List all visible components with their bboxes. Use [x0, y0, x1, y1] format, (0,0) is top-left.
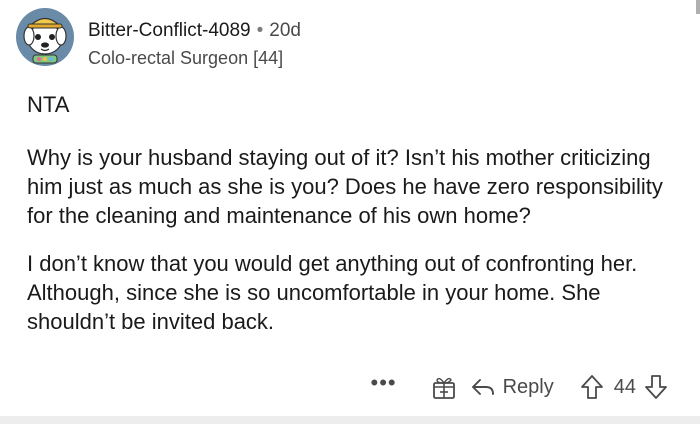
comment-paragraph: I don’t know that you would get anything…: [27, 251, 638, 334]
vote-controls: 44: [580, 374, 668, 400]
comment-actions: ••• Reply 44: [371, 372, 669, 402]
more-options-button[interactable]: •••: [371, 372, 397, 394]
comment-age: 20d: [269, 20, 301, 41]
comment-paragraph: NTA: [27, 92, 70, 117]
reply-label: Reply: [502, 375, 554, 398]
comment-paragraph: Why is your husband staying out of it? I…: [27, 145, 663, 228]
reply-button[interactable]: Reply: [471, 376, 554, 399]
gift-box-icon[interactable]: [431, 374, 457, 400]
comment-body: NTA Why is your husband staying out of i…: [27, 90, 677, 355]
upvote-arrow-icon[interactable]: [580, 374, 604, 400]
header-separator: •: [256, 20, 264, 41]
scrollbar[interactable]: [696, 0, 700, 14]
user-flair: Colo-rectal Surgeon [44]: [88, 48, 284, 68]
comment-header: Bitter-Conflict-4089 • 20d: [88, 20, 301, 42]
reply-arrow-icon: [471, 379, 494, 395]
vote-count: 44: [613, 375, 636, 398]
comment: Bitter-Conflict-4089 • 20d Colo-rectal Sur…: [0, 0, 700, 424]
avatar[interactable]: [14, 6, 76, 68]
divider: [0, 416, 700, 424]
author-name[interactable]: Bitter-Conflict-4089: [88, 20, 251, 41]
downvote-arrow-icon[interactable]: [644, 374, 668, 400]
